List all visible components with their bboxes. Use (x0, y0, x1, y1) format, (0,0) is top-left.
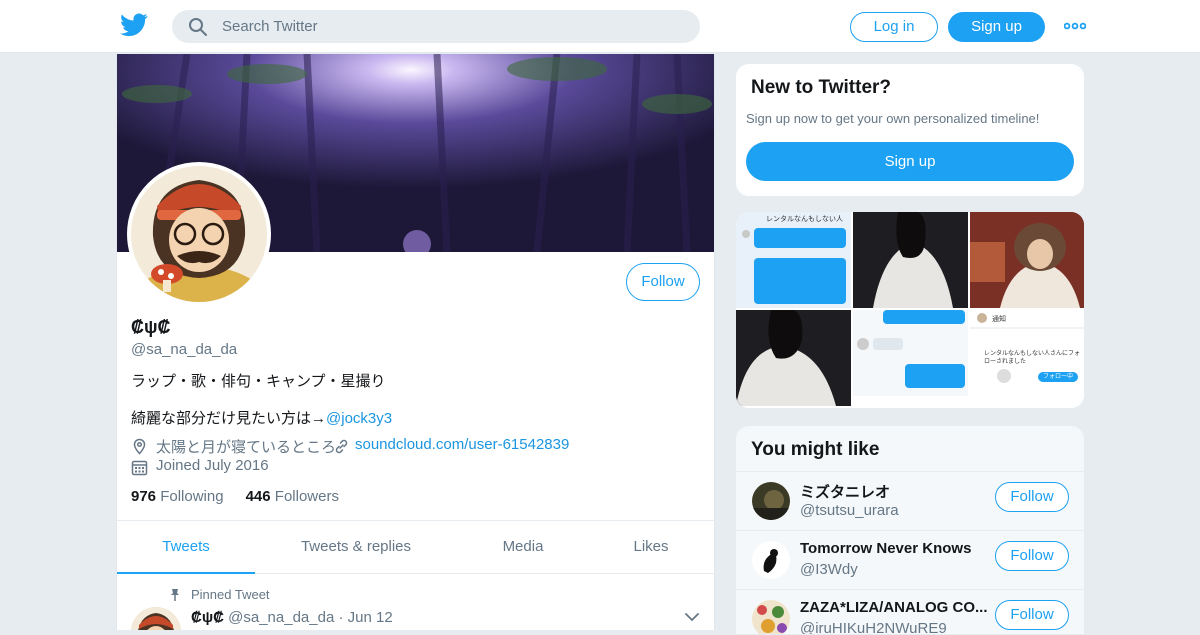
suggested-user-avatar[interactable] (752, 541, 790, 579)
media-thumb-1[interactable]: レンタルなんもしない人 (736, 212, 851, 308)
suggested-follow-button[interactable]: Follow (995, 600, 1069, 630)
following-link[interactable]: 976 Following (131, 488, 224, 505)
search-input[interactable] (222, 10, 682, 43)
tab-tweets[interactable]: Tweets (117, 521, 255, 574)
media-thumb-6[interactable]: 通知 レンタルなんもしない人さんにフォローされました フォロー中 (970, 310, 1084, 406)
bio-mention-link[interactable]: @jock3y3 (326, 410, 392, 427)
chevron-down-icon[interactable] (685, 613, 699, 622)
signup-large-button[interactable]: Sign up (746, 142, 1074, 181)
followers-link[interactable]: 446 Followers (246, 488, 339, 505)
profile-bio-line2: 綺麗な部分だけ見たい方は→@jock3y3 (131, 407, 392, 428)
suggested-user-name[interactable]: Tomorrow Never Knows (800, 540, 971, 557)
suggested-user[interactable]: Tomorrow Never Knows @I3Wdy Follow (736, 530, 1084, 589)
search-box[interactable] (172, 10, 700, 43)
profile-stats: 976 Following 446 Followers (131, 488, 339, 505)
media-thumb-4[interactable] (736, 310, 851, 406)
new-to-twitter-subtitle: Sign up now to get your own personalized… (746, 111, 1040, 126)
joined-text: Joined July 2016 (156, 457, 269, 474)
pinned-tweet-label: Pinned Tweet (191, 587, 270, 602)
followers-label: Followers (274, 488, 339, 505)
location-text: 太陽と月が寝ているところ (156, 439, 337, 456)
twitter-bird-icon[interactable] (120, 13, 148, 37)
tab-tweets-replies[interactable]: Tweets & replies (267, 521, 445, 574)
following-count: 976 (131, 488, 157, 505)
followers-count: 446 (245, 488, 271, 505)
bio-text: 綺麗な部分だけ見たい方は→ (131, 410, 327, 427)
profile-bio-line1: ラップ・歌・俳句・キャンプ・星撮り (131, 373, 386, 390)
login-button[interactable]: Log in (850, 12, 938, 42)
url-link[interactable]: soundcloud.com/user-61542839 (355, 436, 569, 453)
follow-button[interactable]: Follow (626, 263, 700, 301)
suggested-user-name[interactable]: ミズタニレオ (800, 481, 890, 502)
search-icon (189, 18, 207, 36)
tweet-date[interactable]: Jun 12 (348, 609, 393, 626)
suggested-follow-button[interactable]: Follow (995, 482, 1069, 512)
suggested-user-handle: @iruHIKuH2NWuRE9 (800, 620, 947, 635)
calendar-icon (131, 460, 148, 476)
suggested-user[interactable]: ZAZA*LIZA/ANALOG CO... @iruHIKuH2NWuRE9 … (736, 589, 1084, 635)
signup-button[interactable]: Sign up (948, 12, 1045, 42)
suggested-user-name[interactable]: ZAZA*LIZA/ANALOG CO... (800, 599, 988, 616)
suggested-follow-button[interactable]: Follow (995, 541, 1069, 571)
link-icon (335, 439, 348, 454)
profile-name: ₡ψ₡ (131, 317, 171, 337)
following-label: Following (160, 488, 224, 505)
tweet-avatar[interactable] (131, 607, 181, 630)
media-thumb-5[interactable] (853, 310, 968, 406)
you-might-like-title: You might like (751, 439, 880, 460)
profile-avatar[interactable] (127, 162, 271, 306)
media-thumb-2[interactable] (853, 212, 968, 308)
more-dots-icon[interactable] (1064, 20, 1086, 32)
top-nav: Log in Sign up (0, 0, 1200, 53)
profile-handle: @sa_na_da_da (131, 341, 238, 358)
new-to-twitter-title: New to Twitter? (751, 77, 892, 98)
profile-column: Follow ₡ψ₡ @sa_na_da_da ラップ・歌・俳句・キャンプ・星撮… (116, 54, 715, 630)
tab-likes[interactable]: Likes (607, 521, 695, 574)
you-might-like-card: You might like ミズタニレオ @tsutsu_urara Foll… (735, 425, 1085, 635)
profile-tabs: Tweets Tweets & replies Media Likes (117, 520, 714, 574)
chat-title: レンタルなんもしない人 (766, 216, 843, 223)
tweet-author-name[interactable]: ₡ψ₡ (191, 609, 224, 626)
tab-media[interactable]: Media (479, 521, 567, 574)
suggested-user[interactable]: ミズタニレオ @tsutsu_urara Follow (736, 471, 1084, 530)
media-thumb-3[interactable] (970, 212, 1084, 308)
new-to-twitter-card: New to Twitter? Sign up now to get your … (735, 63, 1085, 197)
location-icon (133, 438, 146, 455)
suggested-user-handle: @tsutsu_urara (800, 502, 899, 519)
media-grid: レンタルなんもしない人 通知 レンタルなんもしない人さんにフォローされました フ… (735, 211, 1085, 409)
suggested-user-avatar[interactable] (752, 482, 790, 520)
pinned-tweet-header: ₡ψ₡ @sa_na_da_da · Jun 12 (191, 609, 393, 626)
suggested-user-handle: @I3Wdy (800, 561, 858, 578)
tweet-author-handle[interactable]: @sa_na_da_da (228, 609, 334, 626)
pin-icon (171, 589, 179, 601)
